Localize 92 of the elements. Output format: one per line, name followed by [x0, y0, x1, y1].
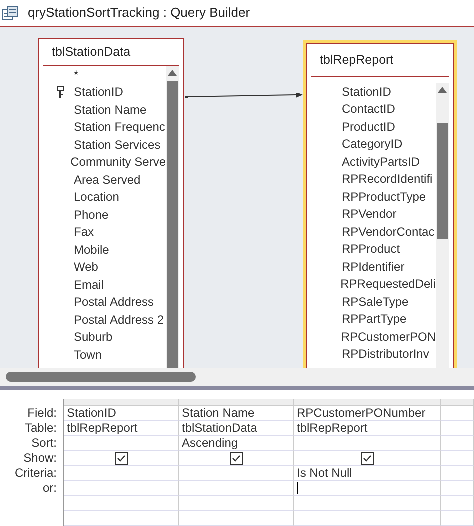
field-name[interactable]: Email [74, 278, 104, 292]
scrollbar[interactable] [166, 66, 179, 368]
grid-cell[interactable]: Is Not Null [294, 466, 441, 481]
table-window[interactable] [306, 42, 454, 368]
row-label: Show: [22, 451, 58, 466]
field-name[interactable]: Phone [74, 208, 109, 222]
horizontal-scrollbar[interactable] [0, 368, 474, 386]
grid-cell[interactable] [64, 481, 179, 496]
field-name[interactable]: RPIdentifier [342, 260, 405, 274]
checkbox[interactable] [360, 452, 374, 464]
grid-cell[interactable]: Station Name [179, 406, 294, 421]
scroll-up-icon[interactable] [438, 86, 447, 93]
field-name[interactable]: Mobile [74, 242, 110, 257]
field-name[interactable]: RPDistributorInv [342, 347, 430, 362]
grid-cell[interactable] [294, 481, 441, 496]
field-name[interactable]: Fax [74, 225, 94, 240]
field-name[interactable]: Station Frequenc [74, 120, 166, 134]
field-name[interactable]: RPRecordIdentifi [342, 172, 433, 186]
field-name[interactable]: Suburb [74, 330, 113, 344]
field-name[interactable]: RPProductType [342, 190, 426, 204]
grid-cell[interactable]: StationID [64, 406, 179, 421]
scroll-thumb[interactable] [6, 372, 196, 382]
grid-cell[interactable] [179, 481, 294, 496]
scroll-thumb[interactable] [167, 80, 178, 368]
field-name[interactable]: RPVendor [342, 207, 397, 222]
grid-cell[interactable]: RPCustomerPONumber [294, 406, 441, 421]
grid-cell[interactable] [179, 496, 294, 511]
grid-cell[interactable] [64, 466, 179, 481]
field-name[interactable]: * [74, 68, 79, 82]
scroll-up-icon[interactable] [168, 70, 177, 76]
grid-cell[interactable] [294, 511, 441, 526]
field-name[interactable]: Station Services [74, 138, 161, 152]
field-name[interactable]: ProductID [342, 120, 396, 134]
field-name[interactable]: Postal Address 2 [74, 312, 164, 327]
field-name[interactable]: Town [74, 348, 102, 362]
field-name[interactable]: CategoryID [342, 137, 403, 152]
grid-cell[interactable] [294, 436, 441, 451]
grid-cell[interactable] [179, 466, 294, 481]
grid-cell[interactable] [441, 451, 474, 466]
column-selector[interactable] [179, 399, 294, 406]
grid-cell[interactable] [64, 496, 179, 511]
table-window[interactable]: tblStationData * StationID Station Name Station Frequenc Station Services Community Serve Area Served Location Phone Fax Mobile Web Email Postal Address Postal Address 2 Suburb Town [38, 38, 184, 368]
grid-cell[interactable] [441, 481, 474, 496]
scrollbar[interactable] [436, 82, 449, 368]
field-name[interactable]: ActivityPartsID [342, 154, 420, 169]
column-selector[interactable] [64, 399, 179, 406]
row-label: Table: [24, 421, 58, 436]
grid-cell[interactable] [179, 451, 294, 466]
checkbox[interactable] [114, 452, 128, 464]
grid-cell[interactable] [441, 511, 474, 526]
grid-cell[interactable]: tblRepReport [64, 421, 179, 436]
table-title: tblStationData [52, 44, 131, 59]
grid-cell[interactable] [441, 466, 474, 481]
grid-cell[interactable]: Ascending [179, 436, 294, 451]
table-title: tblRepReport [320, 52, 394, 67]
window-title: qryStationSortTracking : Query Builder [28, 5, 250, 20]
field-name[interactable]: RPVendorContac [342, 224, 435, 239]
field-name[interactable]: StationID [342, 84, 392, 99]
grid-cell[interactable] [64, 511, 179, 526]
field-name[interactable]: Web [74, 260, 98, 274]
grid-cell[interactable] [441, 496, 474, 511]
field-name[interactable]: Postal Address [74, 295, 154, 310]
field-name[interactable]: RPSaleType [342, 294, 409, 309]
field-name[interactable]: Location [74, 190, 120, 204]
field-name[interactable]: RPCustomerPON [341, 330, 436, 344]
field-name[interactable]: RPProduct [342, 242, 400, 256]
grid-cell[interactable]: tblStationData [179, 421, 294, 436]
field-name[interactable]: RPPartType [342, 312, 407, 326]
field-name[interactable]: ContactID [342, 102, 396, 116]
field-name[interactable]: Community Serve [70, 155, 166, 170]
field-name[interactable]: StationID [74, 85, 124, 100]
grid-cell[interactable] [64, 451, 179, 466]
column-selector[interactable] [441, 399, 474, 406]
grid-cell[interactable] [441, 421, 474, 436]
grid-cell[interactable] [294, 496, 441, 511]
row-label: Field: [26, 406, 58, 421]
grid-cell[interactable] [441, 436, 474, 451]
checkbox[interactable] [230, 452, 242, 464]
grid-cell[interactable] [441, 406, 474, 421]
field-name[interactable]: Area Served [74, 172, 141, 187]
row-label: Criteria: [14, 466, 58, 481]
grid-cell[interactable]: tblRepReport [294, 421, 441, 436]
text-cursor [297, 482, 298, 494]
grid-cell[interactable] [179, 511, 294, 526]
grid-cell[interactable] [64, 436, 179, 451]
field-name[interactable]: Station Name [74, 102, 147, 117]
row-label: Sort: [30, 436, 58, 451]
field-name[interactable]: RPRequestedDeli [340, 277, 436, 292]
scroll-thumb[interactable] [437, 122, 448, 239]
row-label: or: [42, 481, 58, 496]
column-selector[interactable] [294, 399, 441, 406]
grid-cell[interactable] [294, 451, 441, 466]
